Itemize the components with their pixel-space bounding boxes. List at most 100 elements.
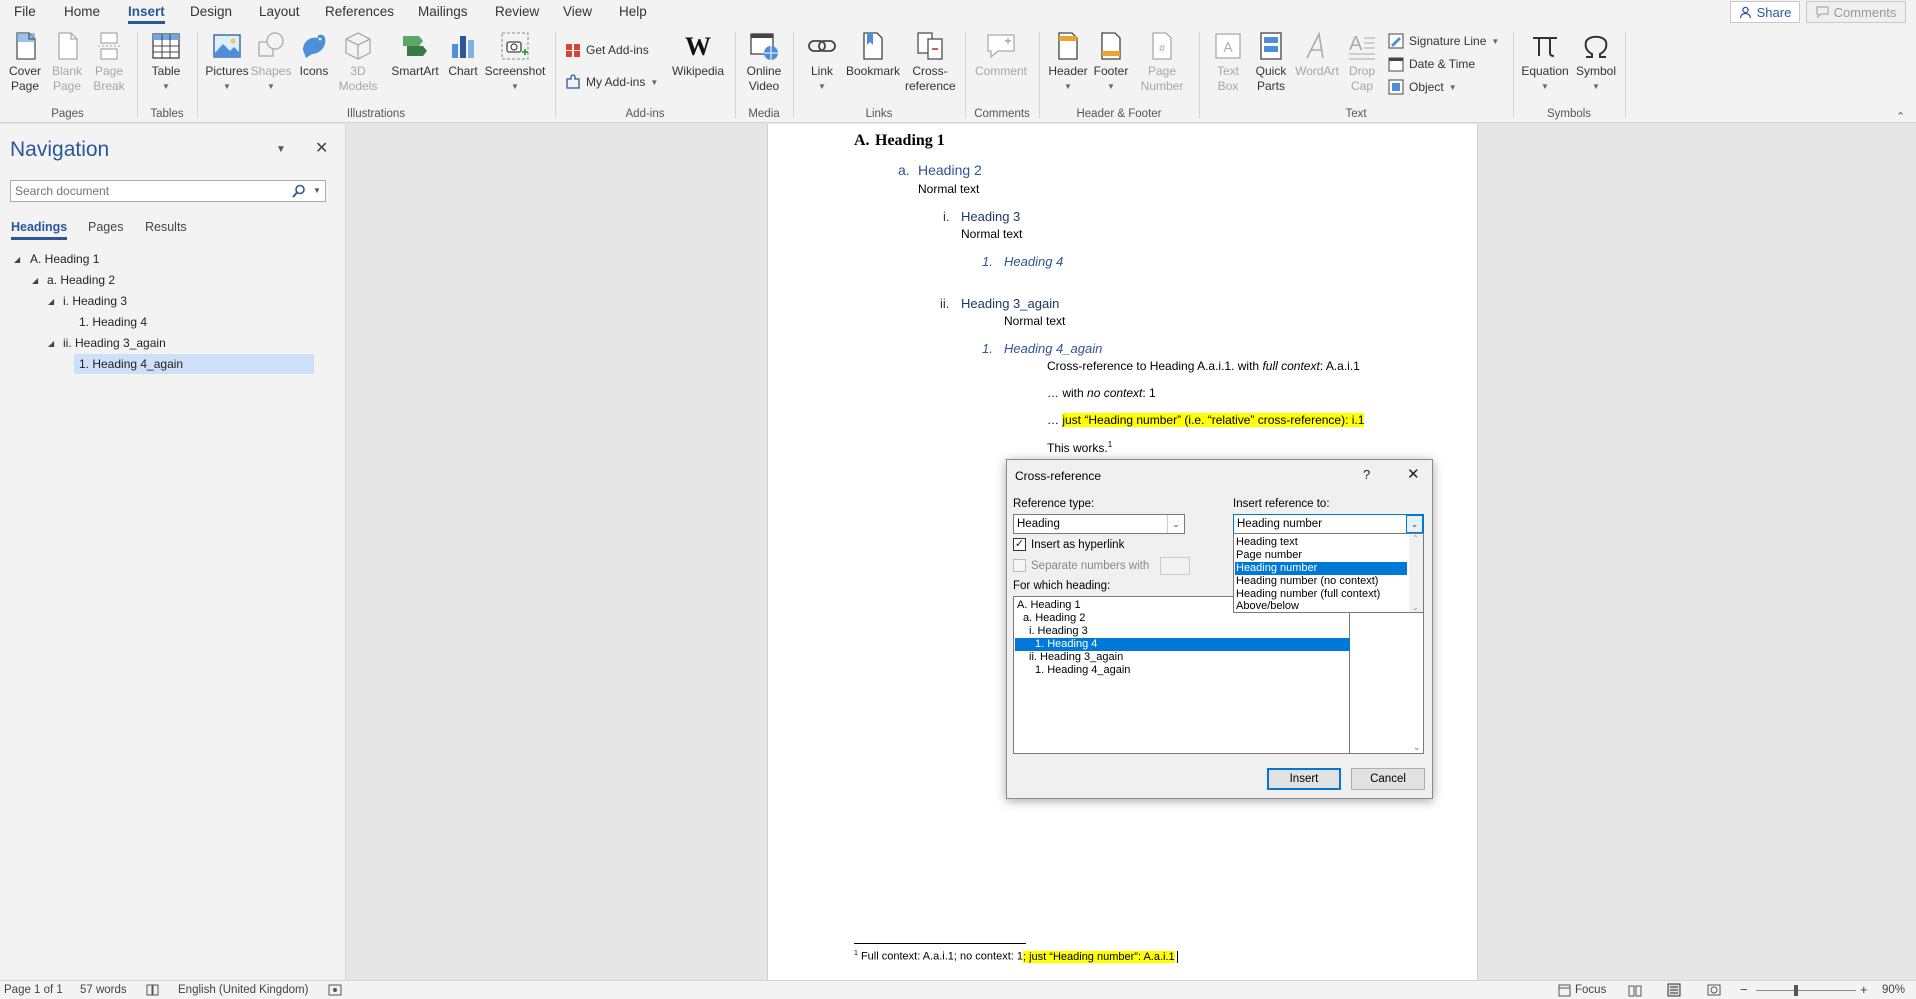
heading-list-scrollbar[interactable]: ⌄	[1412, 596, 1424, 754]
page-count[interactable]: Page 1 of 1	[4, 984, 63, 996]
list-item[interactable]: ii. Heading 3_again	[1015, 651, 1123, 664]
share-button[interactable]: Share	[1730, 1, 1800, 23]
collapse-ribbon-icon[interactable]: ⌃	[1896, 110, 1905, 123]
tab-insert[interactable]: Insert	[128, 4, 165, 24]
zoom-level[interactable]: 90%	[1882, 984, 1905, 996]
nav-tab-headings[interactable]: Headings	[11, 220, 68, 240]
tab-design[interactable]: Design	[190, 4, 232, 19]
tab-file[interactable]: File	[14, 4, 36, 19]
collapse-triangle-icon[interactable]: ◢	[48, 339, 54, 348]
zoom-slider[interactable]	[1756, 985, 1856, 996]
separator-input[interactable]	[1160, 557, 1190, 575]
wordart-button[interactable]: WordArt	[1294, 30, 1340, 79]
scroll-down-icon[interactable]: ⌄	[1413, 742, 1421, 753]
tab-home[interactable]: Home	[64, 4, 100, 19]
pane-options-chevron-icon[interactable]: ▼	[276, 144, 286, 155]
smartart-button[interactable]: SmartArt	[388, 30, 442, 79]
pictures-button[interactable]: Pictures ▼	[205, 30, 249, 94]
equation-button[interactable]: Equation ▼	[1520, 30, 1570, 94]
collapse-triangle-icon[interactable]: ◢	[14, 255, 20, 264]
nav-heading-item[interactable]: ii. Heading 3_again	[63, 333, 166, 353]
comments-button[interactable]: Comments	[1806, 1, 1906, 23]
table-button[interactable]: Table ▼	[146, 30, 186, 94]
quick-parts-button[interactable]: Quick Parts	[1250, 30, 1292, 94]
new-comment-button[interactable]: Comment	[972, 30, 1030, 79]
scroll-down-icon[interactable]: ⌄	[1412, 603, 1419, 612]
heading-list[interactable]: A. Heading 1 a. Heading 2 i. Heading 3 1…	[1013, 596, 1405, 754]
print-layout-icon[interactable]	[1667, 983, 1681, 997]
symbol-button[interactable]: Symbol ▼	[1573, 30, 1619, 94]
cross-reference-button[interactable]: Cross-reference	[904, 30, 956, 94]
signature-line-button[interactable]: Signature Line ▼	[1388, 33, 1499, 49]
page-number-button[interactable]: # Page Number	[1134, 30, 1190, 94]
macro-recording-icon[interactable]	[328, 984, 342, 996]
nav-tab-results[interactable]: Results	[145, 220, 187, 234]
search-input[interactable]	[10, 180, 326, 202]
wikipedia-button[interactable]: W Wikipedia	[670, 30, 726, 79]
separate-numbers-option[interactable]: Separate numbers with	[1013, 559, 1149, 572]
help-button[interactable]: ?	[1363, 467, 1370, 482]
text-box-button[interactable]: A Text Box	[1208, 30, 1248, 94]
tab-references[interactable]: References	[325, 4, 394, 19]
search-icon[interactable]	[292, 184, 306, 198]
my-addins-button[interactable]: My Add-ins ▼	[565, 74, 658, 90]
nav-heading-item[interactable]: A. Heading 1	[30, 249, 99, 269]
reference-type-select[interactable]: Heading ⌄	[1013, 514, 1185, 534]
separate-numbers-checkbox[interactable]	[1013, 559, 1026, 572]
hyperlink-checkbox[interactable]: ✓	[1013, 538, 1026, 551]
focus-icon[interactable]	[1558, 984, 1571, 997]
cover-page-button[interactable]: Cover Page	[5, 30, 45, 94]
list-item[interactable]: 1. Heading 4_again	[1015, 664, 1130, 677]
nav-heading-item[interactable]: i. Heading 3	[63, 291, 127, 311]
object-button[interactable]: Object ▼	[1388, 79, 1457, 95]
close-icon[interactable]: ✕	[1407, 465, 1420, 483]
online-video-button[interactable]: Online Video	[744, 30, 784, 94]
word-count[interactable]: 57 words	[80, 984, 127, 996]
list-item[interactable]: i. Heading 3	[1015, 625, 1088, 638]
tab-mailings[interactable]: Mailings	[418, 4, 468, 19]
link-button[interactable]: Link ▼	[802, 30, 842, 94]
list-item[interactable]: A. Heading 1	[1015, 599, 1081, 612]
dropdown-option[interactable]: Page number	[1235, 549, 1302, 562]
insert-reference-dropdown[interactable]: Heading text Page number Heading number …	[1233, 533, 1424, 613]
zoom-slider-thumb[interactable]	[1794, 985, 1798, 996]
language-status[interactable]: English (United Kingdom)	[178, 984, 308, 996]
list-item-selected[interactable]: 1. Heading 4	[1015, 638, 1405, 651]
web-layout-icon[interactable]	[1707, 984, 1721, 996]
page-break-button[interactable]: Page Break	[90, 30, 128, 94]
zoom-in-button[interactable]: +	[1860, 982, 1868, 997]
insert-button[interactable]: Insert	[1267, 768, 1341, 790]
focus-mode-button[interactable]: Focus	[1575, 984, 1606, 996]
date-time-button[interactable]: Date & Time	[1388, 56, 1475, 72]
bookmark-button[interactable]: Bookmark	[844, 30, 902, 79]
dropdown-option[interactable]: Heading text	[1235, 536, 1298, 549]
shapes-button[interactable]: Shapes ▼	[251, 30, 291, 94]
dropdown-option[interactable]: Heading number (no context)	[1235, 575, 1378, 588]
nav-heading-item[interactable]: 1. Heading 4	[79, 312, 147, 332]
dropdown-option-selected[interactable]: Heading number	[1235, 562, 1407, 575]
zoom-out-button[interactable]: −	[1740, 982, 1748, 997]
3d-models-button[interactable]: 3D Models	[336, 30, 380, 94]
nav-heading-item-selected[interactable]: 1. Heading 4_again	[74, 354, 314, 374]
blank-page-button[interactable]: Blank Page	[48, 30, 86, 94]
icons-button[interactable]: Icons	[294, 30, 334, 79]
tab-view[interactable]: View	[563, 4, 592, 19]
dropdown-option[interactable]: Above/below	[1235, 600, 1299, 613]
nav-heading-item[interactable]: a. Heading 2	[47, 270, 115, 290]
dropdown-scrollbar[interactable]: ⌃ ⌄	[1409, 534, 1423, 612]
scroll-up-icon[interactable]: ⌃	[1412, 534, 1419, 543]
get-addins-button[interactable]: Get Add-ins	[565, 42, 649, 58]
drop-cap-button[interactable]: A Drop Cap	[1342, 30, 1382, 94]
list-item[interactable]: a. Heading 2	[1015, 612, 1085, 625]
footer-button[interactable]: Footer ▼	[1091, 30, 1131, 94]
tab-review[interactable]: Review	[495, 4, 539, 19]
cancel-button[interactable]: Cancel	[1351, 768, 1425, 790]
footnote-reference[interactable]: 1	[1108, 440, 1112, 449]
close-icon[interactable]: ✕	[315, 138, 328, 158]
collapse-triangle-icon[interactable]: ◢	[48, 297, 54, 306]
tab-layout[interactable]: Layout	[259, 4, 300, 19]
nav-tab-pages[interactable]: Pages	[88, 220, 123, 234]
search-options-chevron-icon[interactable]: ▼	[313, 186, 321, 195]
proofing-book-icon[interactable]	[146, 984, 159, 996]
collapse-triangle-icon[interactable]: ◢	[32, 276, 38, 285]
